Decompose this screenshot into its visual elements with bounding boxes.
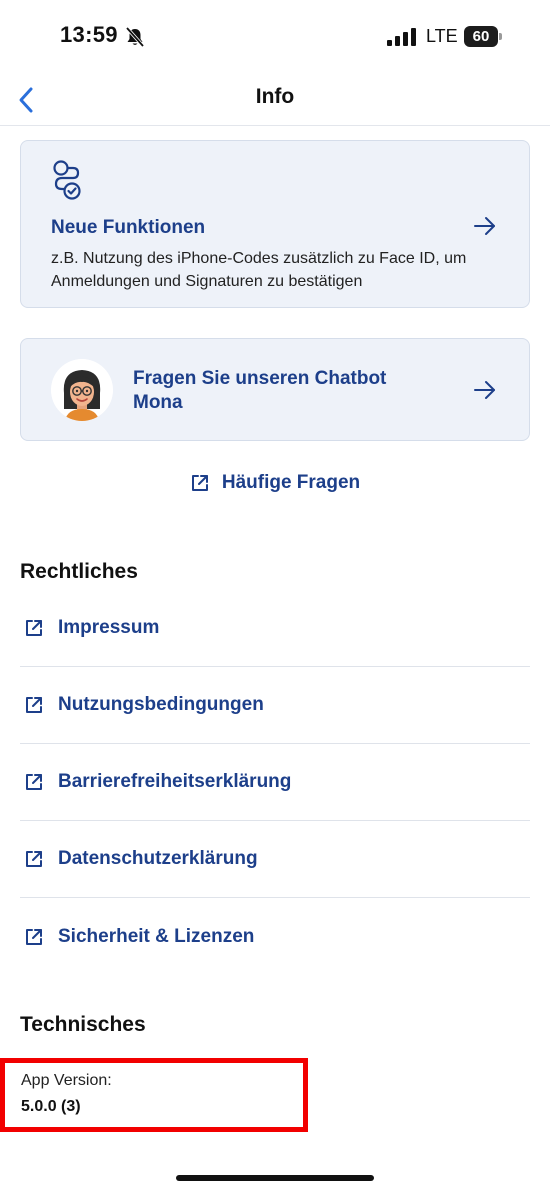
legal-list: Impressum Nutzungsbedingungen Barrierefr… (20, 590, 530, 975)
status-time: 13:59 (60, 22, 118, 47)
app-version-label: App Version: (21, 1072, 112, 1089)
external-link-icon (26, 697, 42, 713)
arrow-right-icon (474, 217, 495, 235)
battery-icon: 60 (464, 26, 502, 47)
chatbot-label: Fragen Sie unseren Chatbot Mona (133, 368, 387, 413)
navigation-bar: Info (0, 76, 550, 126)
legal-item-security-licenses[interactable]: Sicherheit & Lizenzen (20, 898, 530, 975)
external-link-icon (26, 774, 42, 790)
arrow-right-icon (474, 381, 495, 399)
battery-tip (499, 33, 502, 40)
bell-slash-icon (125, 26, 145, 48)
legal-item-impressum[interactable]: Impressum (20, 590, 530, 667)
external-link-icon (191, 475, 208, 491)
faq-link[interactable]: Häufige Fragen (0, 472, 550, 494)
legal-item-terms[interactable]: Nutzungsbedingungen (20, 667, 530, 744)
new-features-description: z.B. Nutzung des iPhone-Codes zusätzlich… (51, 250, 467, 290)
flow-check-icon (53, 160, 81, 200)
external-link-icon (26, 851, 42, 867)
new-features-card[interactable]: Neue Funktionen z.B. Nutzung des iPhone-… (20, 140, 530, 308)
legal-item-label: Nutzungsbedingungen (58, 694, 264, 715)
page-title: Info (255, 85, 295, 108)
app-version-value: 5.0.0 (3) (21, 1098, 81, 1115)
external-link-icon (26, 928, 42, 945)
status-bar: 13:59 LTE 60 (0, 0, 550, 76)
chatbot-card[interactable]: Fragen Sie unseren Chatbot Mona (20, 338, 530, 441)
new-features-title: Neue Funktionen (51, 217, 206, 238)
external-link-icon (26, 620, 42, 636)
legal-item-accessibility[interactable]: Barrierefreiheitserklärung (20, 744, 530, 821)
legal-item-label: Sicherheit & Lizenzen (58, 925, 255, 947)
legal-item-label: Barrierefreiheitserklärung (58, 771, 292, 792)
legal-heading: Rechtliches (20, 560, 138, 583)
app-version-box: App Version: 5.0.0 (3) (0, 1058, 308, 1132)
technical-heading: Technisches (20, 1013, 146, 1036)
legal-item-privacy[interactable]: Datenschutzerklärung (20, 821, 530, 898)
legal-item-label: Datenschutzerklärung (58, 848, 258, 869)
legal-item-label: Impressum (58, 617, 160, 638)
battery-level: 60 (464, 26, 498, 47)
network-label: LTE (426, 26, 458, 46)
mona-avatar (51, 359, 113, 421)
avatar-illustration (51, 359, 113, 421)
faq-link-label: Häufige Fragen (221, 472, 361, 493)
home-indicator[interactable] (176, 1175, 374, 1181)
signal-icon (387, 28, 416, 46)
